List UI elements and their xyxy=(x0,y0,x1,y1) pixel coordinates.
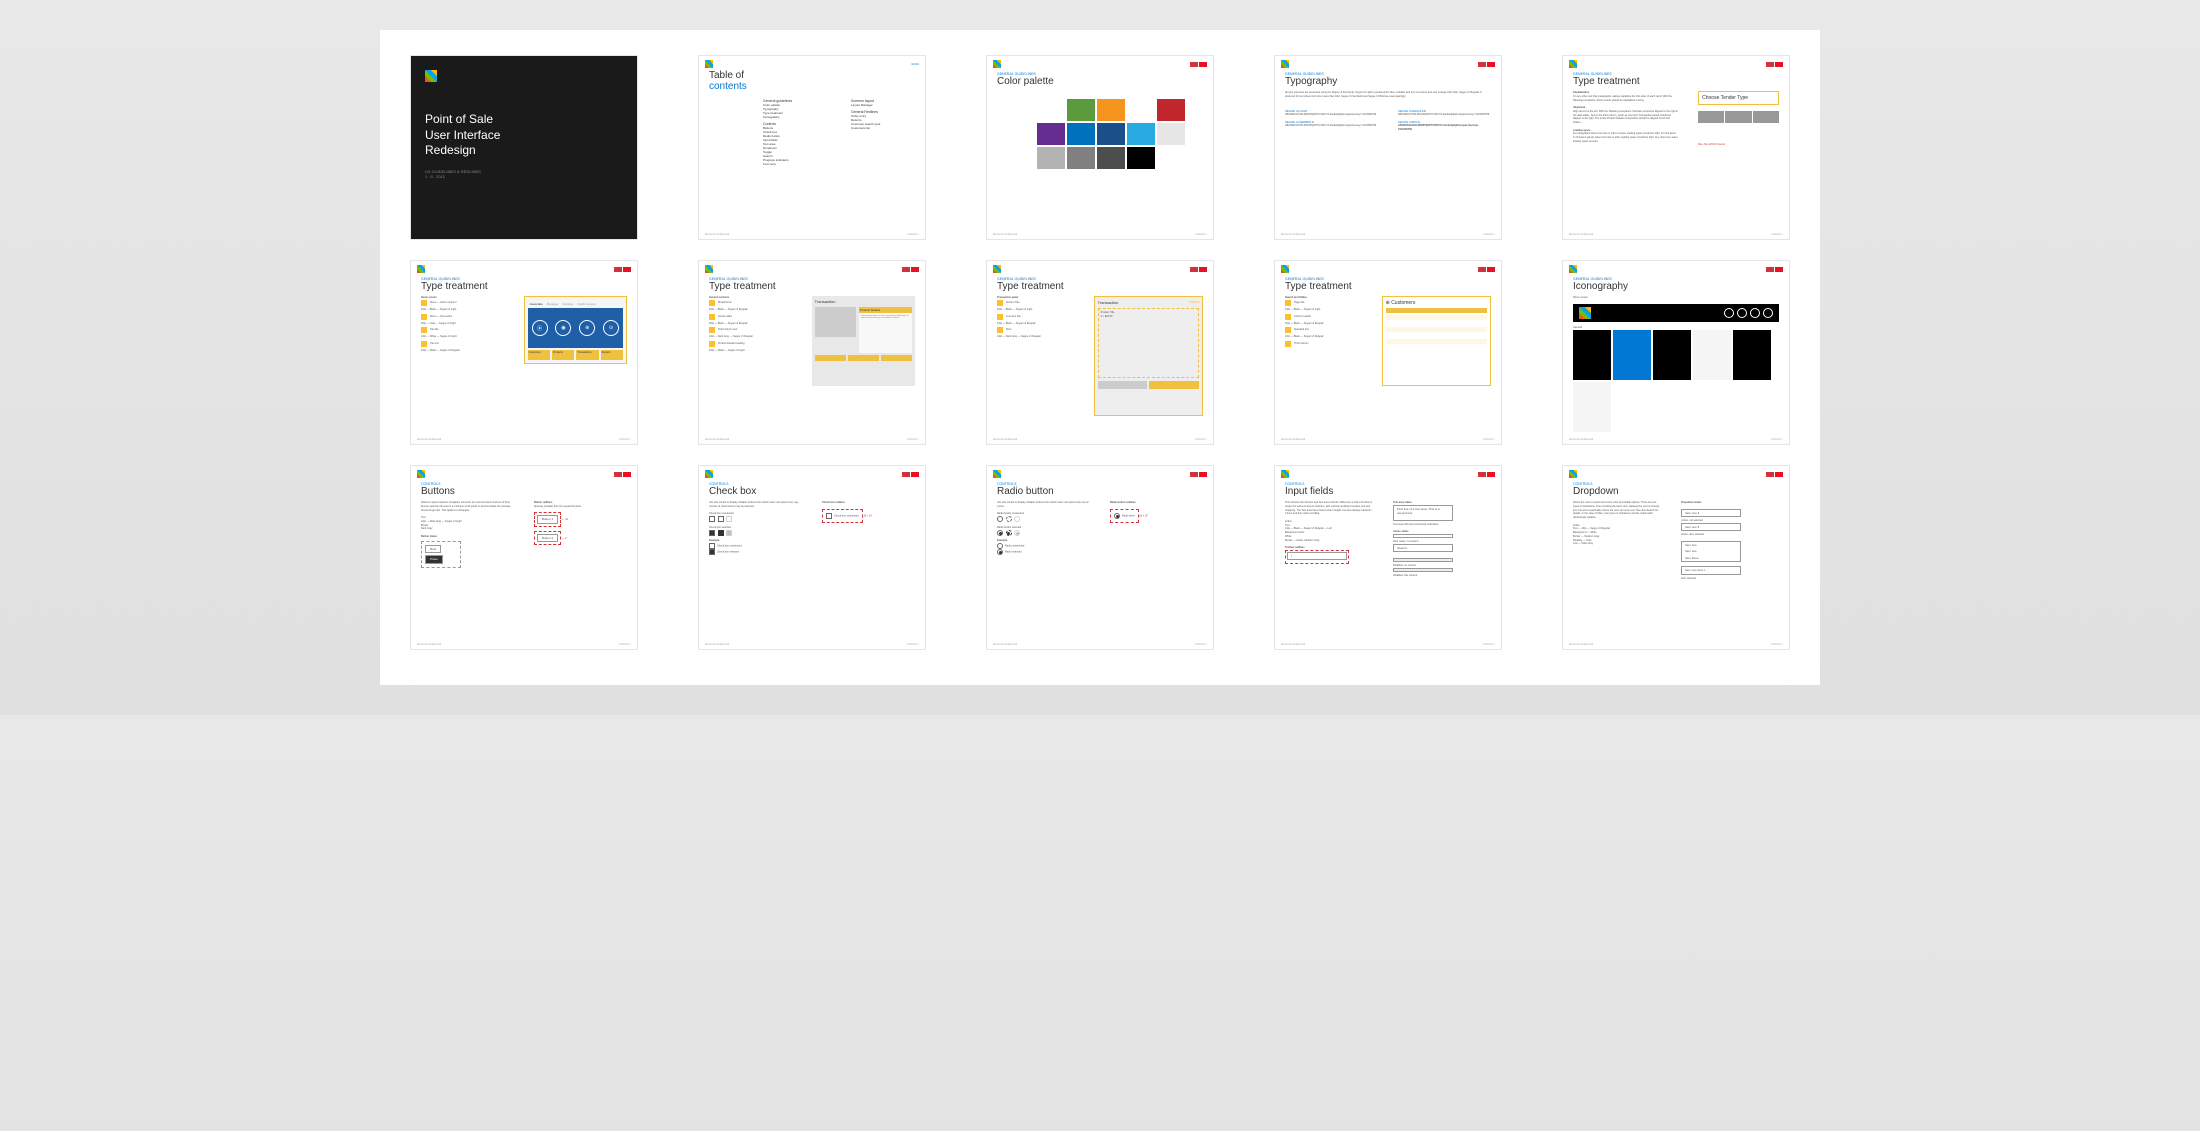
ms-logo-icon xyxy=(993,265,1001,273)
slide-title: Typography xyxy=(1275,76,1501,91)
slide-title: Check box xyxy=(699,486,925,501)
slide-input[interactable]: CONTROLS Input fields This includes the … xyxy=(1274,465,1502,650)
ms-logo-icon xyxy=(1569,60,1577,68)
slide-title: Color palette xyxy=(987,76,1213,91)
input-search: Search... xyxy=(1393,544,1453,553)
dropdown-open: Item one Item two Item three xyxy=(1681,541,1741,563)
toc-col-2: Screens layout Layout Manager General Re… xyxy=(847,99,915,130)
slide-title: Type treatment xyxy=(411,281,637,296)
sample-dialog: Choose Tender Type xyxy=(1698,91,1779,105)
slide-title: Type treatment xyxy=(699,281,925,296)
ms-logo-icon xyxy=(705,60,713,68)
color-swatch-grid xyxy=(1037,99,1213,169)
list-icon xyxy=(1750,308,1760,318)
home-icon xyxy=(1724,308,1734,318)
ms-logo-icon xyxy=(425,70,437,82)
slide-type-treatment-2[interactable]: GENERAL GUIDELINES Type treatment Home s… xyxy=(410,260,638,445)
tile-icon: ◉ xyxy=(555,320,571,336)
slide-cover[interactable]: Point of Sale User Interface Redesign UX… xyxy=(410,55,638,240)
tile-icon: ⦿ xyxy=(532,320,548,336)
slide-color-palette[interactable]: GENERAL GUIDELINES Color palette Microso… xyxy=(986,55,1214,240)
slide-title: Type treatment xyxy=(1563,76,1789,91)
ms-logo-icon xyxy=(1281,470,1289,478)
textarea-sample: First line of a text area. This is a sec… xyxy=(1393,505,1453,521)
ms-logo-icon xyxy=(705,470,713,478)
typography-intro: All type elements are presented using th… xyxy=(1275,91,1501,99)
cover-title: Point of Sale User Interface Redesign xyxy=(425,112,623,159)
ms-logo-icon xyxy=(993,470,1001,478)
slide-dropdown[interactable]: CONTROLS Dropdown Allows the user to sel… xyxy=(1562,465,1790,650)
slide-title: Type treatment xyxy=(987,281,1213,296)
ms-logo-icon xyxy=(705,265,713,273)
slide-type-treatment-1[interactable]: GENERAL GUIDELINES Type treatment Capita… xyxy=(1562,55,1790,240)
slide-title: Table ofcontents xyxy=(699,70,925,96)
table-title: ⊕ Customers xyxy=(1386,300,1487,306)
slide-toc[interactable]: 02/24 Table ofcontents General guideline… xyxy=(698,55,926,240)
checkbox-icon xyxy=(709,516,715,522)
tile-icon: ⊕ xyxy=(579,320,595,336)
slide-type-treatment-5[interactable]: GENERAL GUIDELINES Type treatment Search… xyxy=(1274,260,1502,445)
slide-buttons[interactable]: CONTROLS Buttons Allow for space between… xyxy=(410,465,638,650)
btn-press: Press xyxy=(425,555,443,564)
tile-icon: ⊙ xyxy=(603,320,619,336)
ms-logo-icon xyxy=(1281,265,1289,273)
slide-title: Iconography xyxy=(1563,281,1789,296)
presentation-canvas: Point of Sale User Interface Redesign UX… xyxy=(380,30,1820,685)
radio-icon xyxy=(997,516,1003,522)
slide-title: Buttons xyxy=(411,486,637,501)
toc-col-1: General guidelines Color palette Typogra… xyxy=(759,99,827,166)
ms-logo-icon xyxy=(1281,60,1289,68)
slide-type-treatment-3[interactable]: GENERAL GUIDELINES Type treatment Genera… xyxy=(698,260,926,445)
app-bar-sample xyxy=(1573,304,1779,322)
slide-grid: Point of Sale User Interface Redesign UX… xyxy=(410,55,1790,650)
slide-title: Radio button xyxy=(987,486,1213,501)
tile-panel: ⦿ ◉ ⊕ ⊙ xyxy=(528,308,623,348)
slide-number: 02/24 xyxy=(911,62,919,66)
slide-title: Type treatment xyxy=(1275,281,1501,296)
slide-radio[interactable]: CONTROLS Radio button Use this control t… xyxy=(986,465,1214,650)
slide-checkbox[interactable]: CONTROLS Check box Use this control to d… xyxy=(698,465,926,650)
money-icon xyxy=(1737,308,1747,318)
ms-logo-icon xyxy=(1569,470,1577,478)
slide-title: Dropdown xyxy=(1563,486,1789,501)
slide-type-treatment-4[interactable]: GENERAL GUIDELINES Type treatment Transa… xyxy=(986,260,1214,445)
swatch xyxy=(1037,99,1065,121)
slide-title: Input fields xyxy=(1275,486,1501,501)
ms-logo-icon xyxy=(417,470,425,478)
slide-typography[interactable]: GENERAL GUIDELINES Typography All type e… xyxy=(1274,55,1502,240)
slide-iconography[interactable]: GENERAL GUIDELINES Iconography Home scre… xyxy=(1562,260,1790,445)
ms-logo-icon xyxy=(993,60,1001,68)
cover-subtitle: UX GUIDELINES & REDLINES 1 . 9 . 2012 xyxy=(425,169,623,179)
radio-checked-icon xyxy=(997,530,1003,536)
checkbox-checked-icon xyxy=(709,530,715,536)
icon-sheet xyxy=(1563,330,1789,432)
dropdown-closed: Item one ▾ xyxy=(1681,509,1741,518)
ms-logo-icon xyxy=(417,265,425,273)
ms-logo-icon xyxy=(1569,265,1577,273)
settings-icon xyxy=(1763,308,1773,318)
btn-rest: Rest xyxy=(425,545,441,554)
input-rest xyxy=(1393,534,1453,538)
